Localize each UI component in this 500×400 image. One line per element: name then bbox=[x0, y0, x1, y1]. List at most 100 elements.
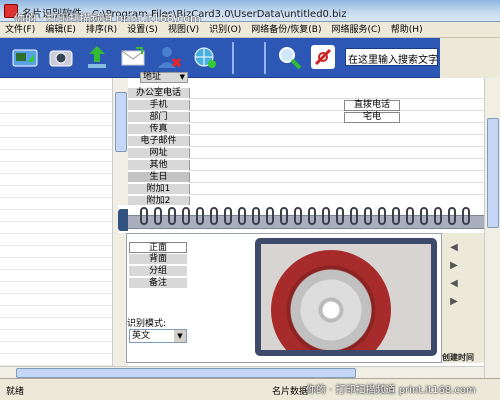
ring bbox=[266, 207, 274, 225]
scan-card-icon[interactable] bbox=[10, 42, 40, 72]
tab-notes[interactable]: 备注 bbox=[129, 278, 187, 289]
field-scrollbar[interactable] bbox=[484, 78, 500, 378]
ring bbox=[434, 207, 442, 225]
toolbar-separator bbox=[264, 42, 266, 74]
field-row[interactable]: 办公室电话 bbox=[128, 88, 484, 99]
image-tools-pane: ◀ ▶ ◀ ▶ bbox=[442, 233, 484, 363]
direct-phone-field[interactable]: 直拨电话 bbox=[344, 100, 400, 111]
ring bbox=[182, 207, 190, 225]
watermark-bottom: 你的 · 打印扫描频道 print.it168.com bbox=[306, 385, 476, 396]
binder-tab bbox=[118, 209, 128, 231]
card-list-pane[interactable] bbox=[0, 78, 112, 378]
field-row[interactable]: 其他 bbox=[128, 160, 484, 171]
card-tools-icon[interactable] bbox=[308, 42, 338, 72]
horizontal-scrollbar[interactable] bbox=[0, 366, 484, 378]
ring bbox=[392, 207, 400, 225]
chevron-down-icon: ▼ bbox=[174, 330, 186, 342]
recognition-mode-value: 英文 bbox=[132, 331, 151, 341]
arrow-right-icon[interactable]: ▶ bbox=[446, 295, 462, 309]
field-label-birthday: 生日 bbox=[128, 172, 190, 183]
toolbar-separator bbox=[232, 42, 234, 74]
home-phone-field[interactable]: 宅电 bbox=[344, 112, 400, 123]
scrollbar-thumb[interactable] bbox=[16, 368, 356, 378]
card-image-preview[interactable] bbox=[255, 238, 437, 356]
ring bbox=[322, 207, 330, 225]
search-input[interactable]: 在这里输入搜索文字 bbox=[345, 48, 438, 66]
field-row[interactable]: 网址 bbox=[128, 148, 484, 159]
field-row[interactable]: 生日 bbox=[128, 172, 484, 183]
field-row[interactable]: 传真 bbox=[128, 124, 484, 135]
address-dropdown[interactable]: 地址 ▼ bbox=[140, 72, 188, 83]
search-icon[interactable] bbox=[274, 42, 304, 72]
ring bbox=[448, 207, 456, 225]
arrow-right-icon[interactable]: ▶ bbox=[446, 259, 462, 273]
field-row[interactable]: 附加1 bbox=[128, 184, 484, 195]
field-editor: 办公室电话 手机 部门 传真 电子邮件 网址 其他 生日 附加1 附加2 bbox=[128, 78, 484, 210]
scrollbar-thumb[interactable] bbox=[487, 118, 499, 228]
address-dropdown-label: 地址 bbox=[143, 72, 162, 82]
menu-recognize[interactable]: 识别(O) bbox=[204, 22, 246, 38]
recognition-mode-label: 识别模式: bbox=[127, 319, 167, 329]
field-label-mobile: 手机 bbox=[128, 100, 190, 111]
network-icon[interactable] bbox=[190, 42, 220, 72]
menu-view[interactable]: 视图(V) bbox=[163, 22, 204, 38]
delete-user-icon[interactable] bbox=[154, 42, 184, 72]
status-text: 就绪 bbox=[6, 387, 25, 397]
ring bbox=[154, 207, 162, 225]
field-label-other: 其他 bbox=[128, 160, 190, 171]
arrow-left-icon[interactable]: ◀ bbox=[446, 241, 462, 255]
mail-icon[interactable] bbox=[118, 42, 148, 72]
title-bar: 名片识别软件 - C:\Program Files\BizCard3.0\Use… bbox=[0, 0, 500, 25]
status-bar: 就绪 名片数据 你的 · 打印扫描频道 print.it168.com bbox=[0, 378, 500, 400]
field-row[interactable]: 手机 bbox=[128, 100, 484, 111]
recognition-mode-select[interactable]: 英文 ▼ bbox=[129, 329, 187, 343]
ring bbox=[294, 207, 302, 225]
card-panel: 正面 背面 分组 备注 识别模式: 英文 ▼ bbox=[126, 233, 442, 363]
arrow-left-icon[interactable]: ◀ bbox=[446, 277, 462, 291]
ring bbox=[420, 207, 428, 225]
field-row[interactable]: 电子邮件 bbox=[128, 136, 484, 147]
menu-settings[interactable]: 设置(S) bbox=[122, 22, 163, 38]
tab-group[interactable]: 分组 bbox=[129, 266, 187, 277]
ring bbox=[238, 207, 246, 225]
import-icon[interactable] bbox=[82, 42, 112, 72]
ring bbox=[210, 207, 218, 225]
field-label-department: 部门 bbox=[128, 112, 190, 123]
menu-bar: 文件(F) 编辑(E) 排序(R) 设置(S) 视图(V) 识别(O) 网络备份… bbox=[0, 22, 500, 38]
ring bbox=[378, 207, 386, 225]
menu-edit[interactable]: 编辑(E) bbox=[40, 22, 81, 38]
field-label-extra1: 附加1 bbox=[128, 184, 190, 195]
created-time-label: 创建时间 bbox=[442, 353, 474, 362]
ring bbox=[350, 207, 358, 225]
tab-back[interactable]: 背面 bbox=[129, 254, 187, 265]
tab-front[interactable]: 正面 bbox=[129, 242, 187, 253]
binder-rings bbox=[118, 205, 484, 233]
toolbar-empty-area bbox=[440, 38, 500, 78]
field-row[interactable]: 部门 bbox=[128, 112, 484, 123]
field-label-email: 电子邮件 bbox=[128, 136, 190, 147]
menu-file[interactable]: 文件(F) bbox=[0, 22, 40, 38]
menu-network[interactable]: 网络服务(C) bbox=[326, 22, 385, 38]
field-label-website: 网址 bbox=[128, 148, 190, 159]
ring bbox=[224, 207, 232, 225]
ring bbox=[140, 207, 148, 225]
field-label-office-phone: 办公室电话 bbox=[128, 88, 190, 99]
scrollbar-thumb[interactable] bbox=[115, 92, 127, 152]
ring bbox=[196, 207, 204, 225]
ring bbox=[252, 207, 260, 225]
toolbar: 在这里输入搜索文字 bbox=[0, 38, 500, 78]
menu-backup[interactable]: 网络备份/恢复(B) bbox=[246, 22, 326, 38]
ring bbox=[364, 207, 372, 225]
card-image bbox=[261, 244, 431, 350]
menu-help[interactable]: 帮助(H) bbox=[386, 22, 428, 38]
ring bbox=[462, 207, 470, 225]
card-count-label: 名片数据 bbox=[272, 387, 309, 397]
field-label-fax: 传真 bbox=[128, 124, 190, 135]
camera-icon[interactable] bbox=[46, 42, 76, 72]
ring bbox=[308, 207, 316, 225]
ring bbox=[406, 207, 414, 225]
ring bbox=[336, 207, 344, 225]
menu-sort[interactable]: 排序(R) bbox=[81, 22, 122, 38]
ring bbox=[168, 207, 176, 225]
disc-image bbox=[271, 250, 391, 350]
